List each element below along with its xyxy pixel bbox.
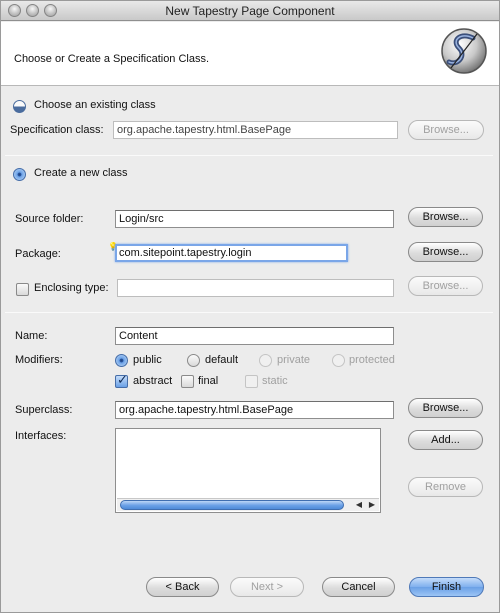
modifier-private-label: private	[277, 354, 311, 366]
interfaces-label: Interfaces:	[15, 430, 67, 442]
superclass-field[interactable]: org.apache.tapestry.html.BasePage	[115, 401, 394, 419]
modifier-protected-label: protected	[349, 354, 395, 366]
modifier-private-radio[interactable]	[259, 354, 272, 367]
source-folder-browse-button[interactable]: Browse...	[408, 207, 483, 227]
create-class-label: Create a new class	[34, 167, 128, 179]
modifier-public-label: public	[133, 354, 162, 366]
title-bar: New Tapestry Page Component	[1, 1, 499, 21]
finish-button[interactable]: Finish	[409, 577, 484, 597]
scroll-left-arrow-icon[interactable]: ◀	[353, 499, 365, 511]
existing-class-label: Choose an existing class	[34, 99, 156, 111]
source-folder-field[interactable]: Login/src	[115, 210, 394, 228]
name-label: Name:	[15, 330, 48, 342]
enclosing-type-checkbox[interactable]	[16, 283, 29, 296]
modifier-protected-radio[interactable]	[332, 354, 345, 367]
wizard-header: Choose or Create a Specification Class.	[1, 22, 499, 86]
modifier-default-radio[interactable]	[187, 354, 200, 367]
create-class-radio[interactable]	[13, 168, 26, 181]
enclosing-type-field[interactable]	[117, 279, 394, 297]
superclass-label: Superclass:	[15, 404, 73, 416]
enclosing-type-label: Enclosing type:	[34, 282, 109, 294]
scroll-right-arrow-icon[interactable]: ▶	[366, 499, 378, 511]
section-divider	[5, 312, 493, 313]
next-button[interactable]: Next >	[230, 577, 304, 597]
modifier-static-label: static	[262, 375, 288, 387]
package-field[interactable]: com.sitepoint.tapestry.login	[115, 244, 348, 262]
specification-class-label: Specification class:	[10, 124, 104, 136]
existing-class-radio[interactable]	[13, 100, 26, 113]
dialog-window: New Tapestry Page Component Choose or Cr…	[0, 0, 500, 613]
horizontal-scrollbar[interactable]: ◀ ▶	[117, 498, 379, 511]
specification-class-field[interactable]: org.apache.tapestry.html.BasePage	[113, 121, 398, 139]
modifier-default-label: default	[205, 354, 239, 366]
modifier-final-label: final	[198, 375, 219, 387]
superclass-browse-button[interactable]: Browse...	[408, 398, 483, 418]
window-title: New Tapestry Page Component	[165, 4, 335, 18]
spec-browse-button[interactable]: Browse...	[408, 120, 484, 140]
wizard-instruction: Choose or Create a Specification Class.	[14, 53, 210, 65]
modifier-abstract-label: abstract	[133, 375, 173, 387]
modifier-static-checkbox[interactable]	[245, 375, 258, 388]
modifier-public-radio[interactable]	[115, 354, 128, 367]
modifier-final-checkbox[interactable]	[181, 375, 194, 388]
modifiers-label: Modifiers:	[15, 354, 63, 366]
source-folder-label: Source folder:	[15, 213, 84, 225]
scrollbar-thumb[interactable]	[120, 500, 344, 510]
enclosing-browse-button[interactable]: Browse...	[408, 276, 483, 296]
section-divider	[5, 155, 493, 156]
add-interface-button[interactable]: Add...	[408, 430, 483, 450]
back-button[interactable]: < Back	[146, 577, 219, 597]
tapestry-logo-icon	[441, 28, 487, 74]
package-browse-button[interactable]: Browse...	[408, 242, 483, 262]
modifier-abstract-checkbox[interactable]	[115, 372, 128, 388]
name-field[interactable]: Content	[115, 327, 394, 345]
cancel-button[interactable]: Cancel	[322, 577, 395, 597]
interfaces-list[interactable]: ◀ ▶	[115, 428, 381, 513]
remove-interface-button[interactable]: Remove	[408, 477, 483, 497]
package-label: Package:	[15, 248, 61, 260]
